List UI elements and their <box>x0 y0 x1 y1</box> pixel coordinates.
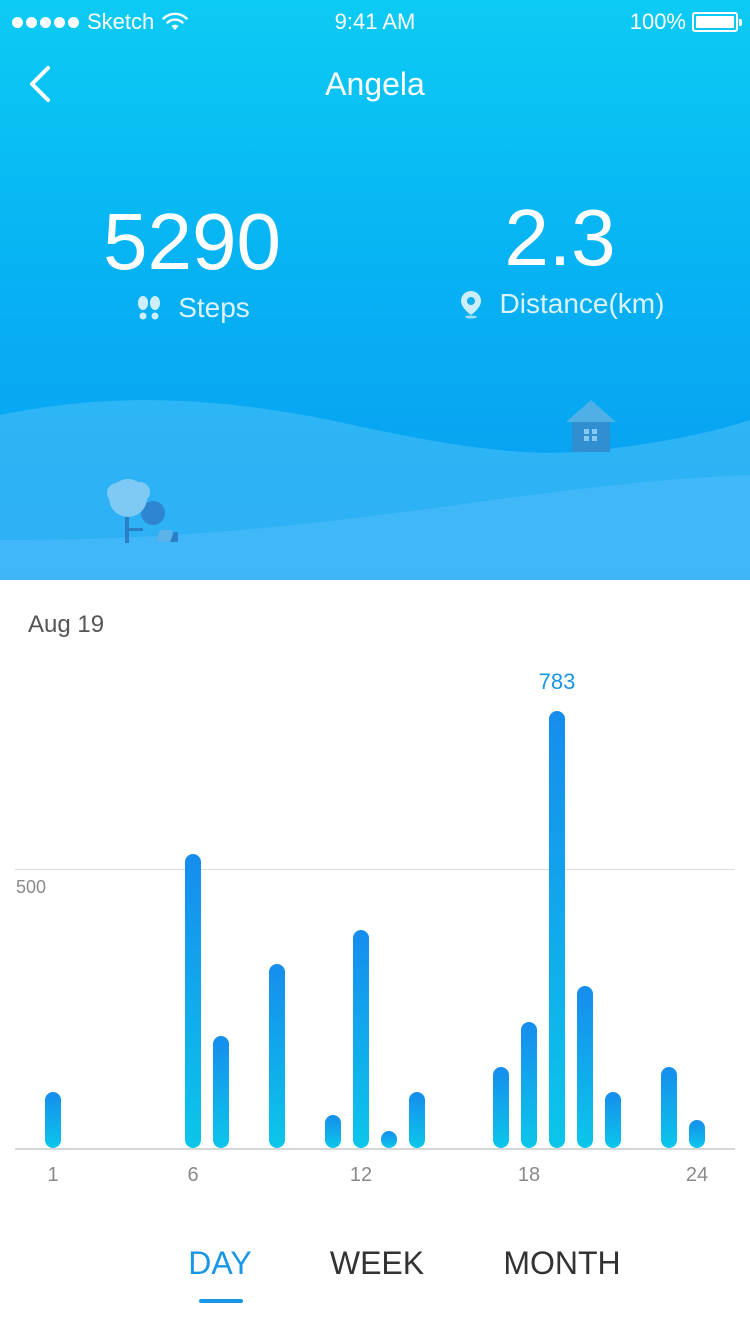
bar-hour-6[interactable] <box>185 853 201 1148</box>
bar-hour-7[interactable] <box>213 1036 229 1148</box>
steps-value: 5290 <box>103 197 281 286</box>
bar-hour-17[interactable] <box>493 1067 509 1148</box>
footprints-icon <box>138 296 161 320</box>
bar-hour-9[interactable] <box>269 963 285 1148</box>
steps-stat: 5290 Steps <box>82 196 302 324</box>
battery-icon <box>692 12 742 32</box>
period-tabs: DAY WEEK MONTH <box>0 1245 750 1315</box>
x-tick-1: 1 <box>47 1164 59 1186</box>
bar-hour-20[interactable] <box>577 986 593 1148</box>
distance-value: 2.3 <box>504 193 616 282</box>
x-tick-24: 24 <box>685 1164 709 1186</box>
distance-stat: 2.3 Distance(km) <box>440 192 680 320</box>
tab-month[interactable]: MONTH <box>494 1245 630 1282</box>
grid-line-500 <box>15 869 735 870</box>
landscape-illustration <box>0 400 750 580</box>
distance-label: Distance(km) <box>499 288 665 319</box>
date-label: Aug 19 <box>28 611 105 638</box>
active-tab-indicator <box>199 1299 243 1303</box>
x-tick-12: 12 <box>349 1164 373 1186</box>
steps-label: Steps <box>178 292 250 323</box>
bar-hour-19[interactable] <box>549 711 565 1148</box>
bar-hour-11[interactable] <box>325 1114 341 1148</box>
bar-hour-24[interactable] <box>689 1120 705 1148</box>
house-icon <box>566 400 616 452</box>
peak-value-label: 783 <box>538 669 576 695</box>
location-pin-icon <box>460 291 481 319</box>
x-tick-18: 18 <box>517 1164 541 1186</box>
steps-label-row: Steps <box>82 292 302 324</box>
bar-hour-21[interactable] <box>605 1092 621 1148</box>
page-title: Angela <box>325 66 425 102</box>
bar-hour-12[interactable] <box>353 930 369 1148</box>
tab-day[interactable]: DAY <box>178 1245 262 1282</box>
distance-label-row: Distance(km) <box>440 288 680 320</box>
y-tick-500: 500 <box>16 877 47 897</box>
bar-hour-23[interactable] <box>661 1067 677 1148</box>
bar-hour-18[interactable] <box>521 1022 537 1148</box>
status-right: 100% <box>629 9 742 35</box>
bar-hour-14[interactable] <box>409 1092 425 1148</box>
battery-percent: 100% <box>629 9 686 34</box>
hero-header: Sketch 9:41 AM 100% Angela 5290 Steps 2.… <box>0 0 750 580</box>
bar-hour-13[interactable] <box>381 1131 397 1148</box>
tab-week[interactable]: WEEK <box>322 1245 432 1282</box>
x-axis <box>15 1148 735 1150</box>
bar-hour-1[interactable] <box>45 1092 61 1148</box>
steps-bar-chart: 500 783 1 6 12 18 24 <box>0 650 750 1210</box>
x-tick-6: 6 <box>187 1164 199 1186</box>
status-bar: Sketch 9:41 AM 100% <box>0 0 750 40</box>
